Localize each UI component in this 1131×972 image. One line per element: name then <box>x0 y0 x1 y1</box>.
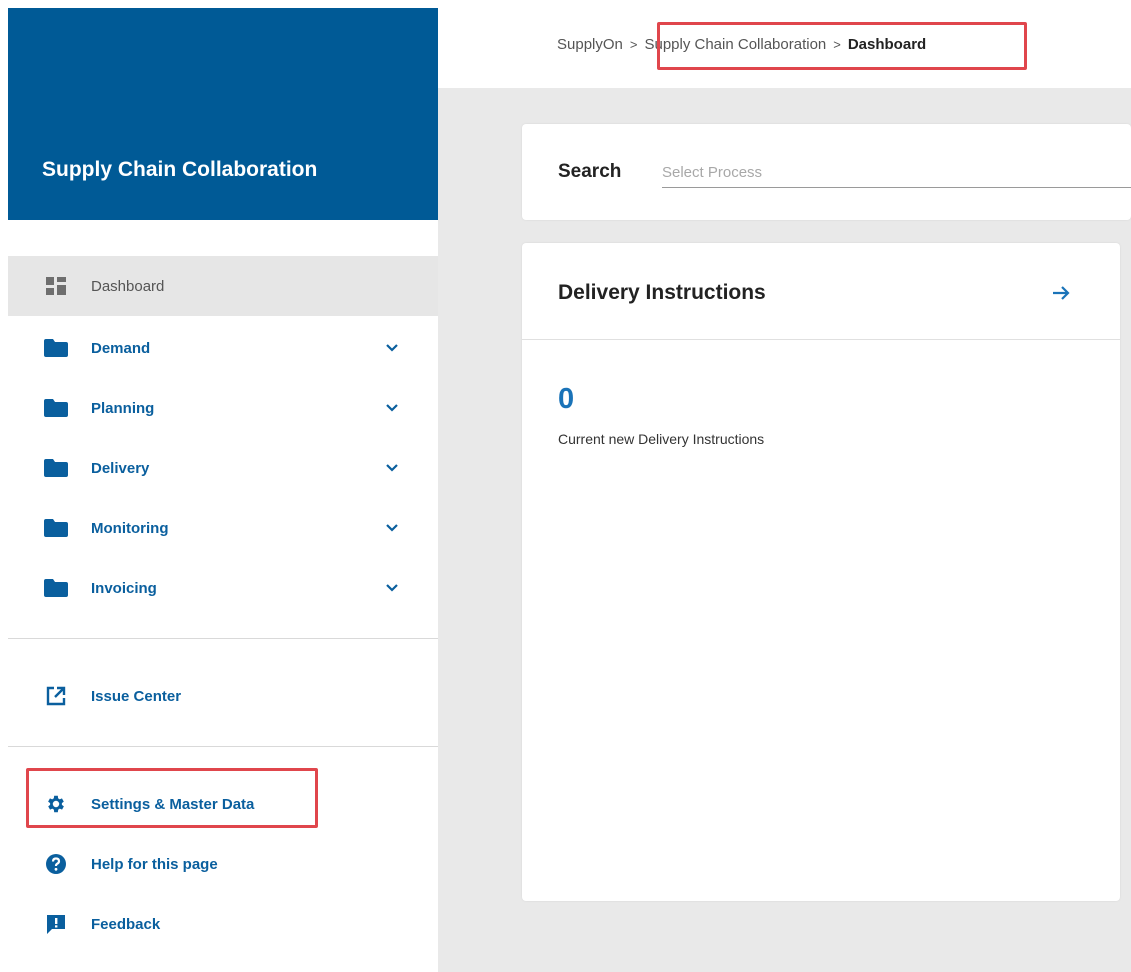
arrow-right-icon[interactable] <box>1049 281 1073 305</box>
dashboard-icon <box>44 276 68 296</box>
sidebar-item-label: Dashboard <box>91 277 165 295</box>
search-label: Search <box>558 161 622 182</box>
card-title: Delivery Instructions <box>558 281 766 304</box>
folder-icon <box>44 578 68 598</box>
chevron-down-icon[interactable] <box>384 580 400 596</box>
delivery-instructions-caption: Current new Delivery Instructions <box>558 431 765 447</box>
process-search-input[interactable] <box>662 158 1131 188</box>
app-title: Supply Chain Collaboration <box>42 158 318 181</box>
delivery-instructions-card: Delivery Instructions 0 Current new Deli… <box>522 243 1120 901</box>
sidebar-item-label: Delivery <box>91 459 150 477</box>
sidebar-item-monitoring[interactable]: Monitoring <box>8 498 438 558</box>
sidebar-item-label: Monitoring <box>91 519 169 537</box>
sidebar-header: Supply Chain Collaboration <box>8 8 438 220</box>
sidebar: Supply Chain Collaboration Dashboard Dem… <box>8 0 438 972</box>
sidebar-item-label: Demand <box>91 339 151 357</box>
card-header: Delivery Instructions <box>522 243 1120 340</box>
feedback-icon <box>44 914 68 934</box>
chevron-down-icon[interactable] <box>384 520 400 536</box>
sidebar-item-invoicing[interactable]: Invoicing <box>8 558 438 618</box>
delivery-instructions-count[interactable]: 0 <box>558 383 574 416</box>
chevron-down-icon[interactable] <box>384 340 400 356</box>
highlight-box <box>657 22 1027 70</box>
sidebar-divider <box>8 638 438 639</box>
sidebar-item-label: Help for this page <box>91 855 218 873</box>
folder-icon <box>44 338 68 358</box>
chevron-down-icon[interactable] <box>384 460 400 476</box>
sidebar-item-help[interactable]: Help for this page <box>8 834 438 894</box>
search-card: Search <box>522 124 1131 220</box>
sidebar-item-label: Feedback <box>91 915 161 933</box>
breadcrumb-item-supplyon[interactable]: SupplyOn <box>557 36 623 53</box>
external-link-icon <box>44 686 68 706</box>
sidebar-item-planning[interactable]: Planning <box>8 378 438 438</box>
sidebar-item-issue-center[interactable]: Issue Center <box>8 666 438 726</box>
folder-icon <box>44 398 68 418</box>
chevron-down-icon[interactable] <box>384 400 400 416</box>
folder-icon <box>44 458 68 478</box>
sidebar-item-label: Planning <box>91 399 155 417</box>
breadcrumb-separator: > <box>629 37 638 52</box>
highlight-box <box>26 768 318 828</box>
sidebar-item-feedback[interactable]: Feedback <box>8 894 438 954</box>
sidebar-item-label: Issue Center <box>91 687 182 705</box>
sidebar-divider <box>8 746 438 747</box>
sidebar-item-dashboard[interactable]: Dashboard <box>8 256 438 316</box>
folder-icon <box>44 518 68 538</box>
help-icon <box>44 854 68 874</box>
sidebar-item-demand[interactable]: Demand <box>8 318 438 378</box>
sidebar-item-label: Invoicing <box>91 579 157 597</box>
sidebar-item-delivery[interactable]: Delivery <box>8 438 438 498</box>
